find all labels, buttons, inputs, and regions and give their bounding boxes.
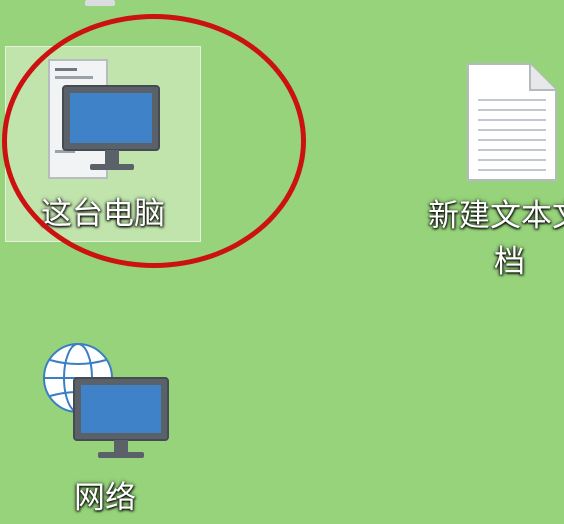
text-document-icon	[467, 63, 557, 181]
annotation-circle	[2, 14, 306, 268]
desktop-icon-new-text-document[interactable]: 新建文本文 档	[420, 60, 564, 290]
icon-label-new-text-document-line1: 新建文本文	[428, 198, 564, 234]
icon-label-network: 网络	[74, 480, 136, 516]
network-icon	[43, 343, 169, 458]
desktop[interactable]: 这台电脑 新建文本文 档	[0, 0, 564, 524]
desktop-icon-network[interactable]: 网络	[30, 340, 180, 524]
icon-label-new-text-document-line2: 档	[494, 244, 525, 280]
partial-icon-top	[85, 0, 115, 6]
